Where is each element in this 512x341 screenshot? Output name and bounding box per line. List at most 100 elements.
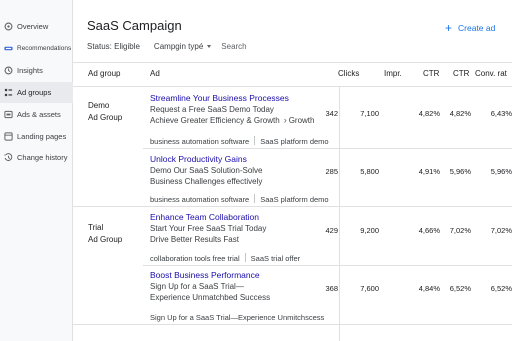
ctr-value: 4,82% [418,109,440,118]
ctr-value-2: 4,82% [449,109,471,118]
campaign-type-label: Campgin typé [153,41,204,51]
impr-value: 9,200 [360,226,379,235]
ads-assets-icon [4,110,13,119]
change-history-icon [4,153,13,162]
keywords: business automation software SaaS platfor… [150,136,406,146]
ctr-value-2: 6,52% [449,284,471,293]
conv-rate-value: 5,96% [490,167,512,176]
clicks-value: 368 [325,284,338,293]
chevron-right-icon: › [283,115,287,125]
ad-description: Sign Up for a SaaS Trial— [150,282,244,291]
ad-groups-icon [4,88,13,97]
conv-rate-value: 6,52% [490,284,512,293]
create-ad-button[interactable]: + Create ad [445,21,496,35]
clicks-value: 342 [325,109,338,118]
divider [73,324,512,325]
ad-group-name-demo[interactable]: Demo Ad Group [88,100,122,124]
ad-preview: Enhance Team Collaboration Start Your Fr… [150,211,335,245]
overview-icon [4,22,13,31]
divider [73,86,512,87]
divider [73,206,512,207]
keywords: business automation software SaaS platfor… [150,194,406,204]
ad-group-title: Trial [88,223,104,232]
page-title: SaaS Campaign [87,18,182,33]
ad-headline[interactable]: Enhance Team Collaboration [150,211,335,223]
sidebar-item-change-history[interactable]: Change history [0,147,73,168]
conv-rate-value: 7,02% [490,226,512,235]
status-filter[interactable]: Status: Eligible [87,42,140,51]
keywords: Sign Up for a SaaS Trial—Experience Unmi… [150,313,406,322]
ad-headline[interactable]: Streamline Your Business Processes [150,92,335,104]
ad-description: Request a Free SaaS Demo Today [150,105,274,114]
impr-value: 7,100 [360,109,379,118]
sidebar-item-ad-groups[interactable]: Ad groups [0,82,73,103]
ad-description: Start Your Free SaaS Trial Today [150,224,267,233]
impr-value: 7,600 [360,284,379,293]
keyword: business automation software [150,137,250,146]
sidebar-item-label: Landing pages [17,132,67,141]
insights-icon [4,66,13,75]
landing-pages-icon [4,132,13,141]
ad-group-subtitle: Ad Group [88,113,123,122]
ad-description-text: Achieve Greater Efficiency & Growth [150,116,280,125]
ctr-value-2: 7,02% [449,226,471,235]
sidebar-item-label: Change history [17,153,68,162]
column-header-ctr-2[interactable]: CTR [453,69,469,78]
sidebar-item-ads-assets[interactable]: Ads & assets [0,104,73,125]
column-header-ad-group[interactable]: Ad group [88,69,120,78]
sidebar-item-label: Ad groups [17,88,52,97]
ctr-value: 4,91% [418,167,440,176]
sidebar-item-landing-pages[interactable]: Landing pages [0,126,73,147]
ctr-value: 4,66% [418,226,440,235]
sidebar-item-recommendations[interactable]: Recommendations [0,38,73,59]
search-input[interactable] [221,41,302,51]
ctr-value-2: 5,96% [449,167,471,176]
ad-group-title: Demo [88,101,110,110]
keyword: SaaS platform demo [260,137,329,146]
filter-bar: Status: Eligible Campgin typé [87,40,302,52]
ad-group-name-trial[interactable]: Trial Ad Group [88,222,122,246]
ad-headline[interactable]: Boost Business Performance [150,269,335,281]
ad-preview: Boost Business Performance Sign Up for a… [150,269,335,303]
column-header-clicks[interactable]: Clicks [338,69,359,78]
campaign-type-dropdown[interactable]: Campgin typé [153,41,212,51]
column-divider [339,86,340,341]
ad-group-subtitle: Ad Group [88,235,123,244]
separator [254,136,256,145]
sidebar-item-label: Overview [17,22,49,31]
plus-icon: + [445,21,453,35]
recommendations-icon [4,44,13,53]
keyword: SaaS platform demo [260,195,329,204]
column-header-impr[interactable]: Impr. [384,69,402,78]
divider [143,148,512,149]
clicks-value: 429 [325,226,338,235]
divider [143,265,512,266]
column-header-ctr[interactable]: CTR [423,69,439,78]
sidebar-item-label: Ads & assets [17,110,61,119]
keyword: collaboration tools free trial [150,254,240,263]
sidebar-item-label: Insights [17,66,43,75]
create-ad-label: Create ad [458,23,496,33]
sidebar-item-insights[interactable]: Insights [0,60,73,81]
ad-groups-table: Ad group Ad Clicks Impr. CTR CTR Conv. r… [73,62,512,341]
sidebar: Overview Recommendations Insights Ad gro… [0,0,73,341]
ad-description: Experience Unmatchbed Success [150,293,271,302]
ad-extra-text: Growth [288,116,315,125]
clicks-value: 285 [325,167,338,176]
keyword: business automation software [150,195,250,204]
keyword: Sign Up for a SaaS Trial—Experience Unmi… [150,313,325,322]
ad-description: Business Challenges effectively [150,177,263,186]
ad-extra: › Growth [284,115,315,126]
sidebar-item-label: Recommendations [17,45,72,52]
column-header-conv-rate[interactable]: Conv. rat [475,69,507,78]
impr-value: 5,800 [360,167,379,176]
column-header-ad[interactable]: Ad [150,69,160,78]
ad-headline[interactable]: Unlock Productivity Gains [150,153,335,165]
sidebar-item-overview[interactable]: Overview [0,16,73,37]
keyword: SaaS trial offer [250,254,301,263]
separator [254,194,256,203]
ad-preview: Unlock Productivity Gains Demo Our SaaS … [150,153,335,187]
separator [244,253,246,262]
conv-rate-value: 6,43% [490,109,512,118]
ctr-value: 4,84% [418,284,440,293]
